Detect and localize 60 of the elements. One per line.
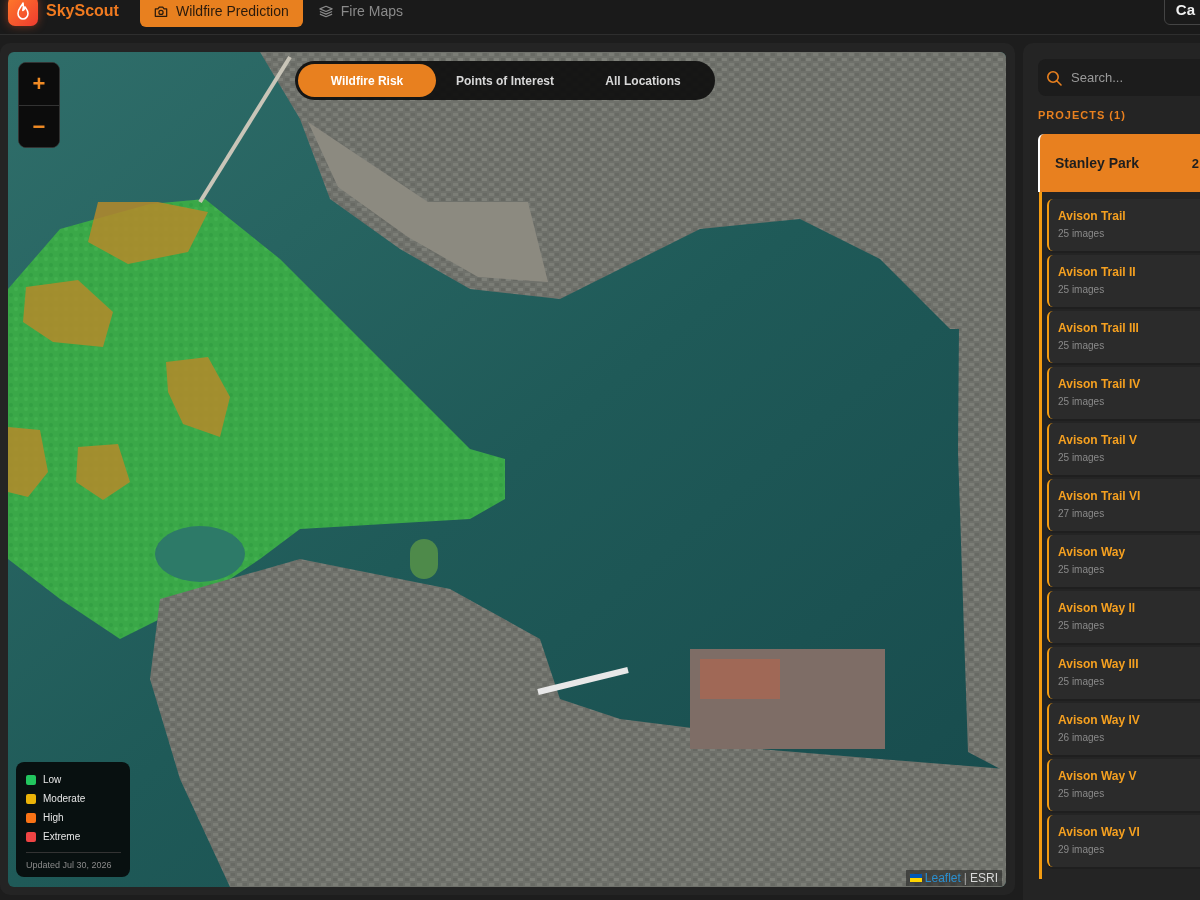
- layer-tab[interactable]: Points of Interest: [436, 64, 574, 97]
- nav-tab[interactable]: Wildfire Prediction: [139, 0, 303, 27]
- updated-date: Updated Jul 30, 2026: [26, 852, 121, 870]
- zoom-out-button[interactable]: −: [19, 105, 59, 147]
- trail-item[interactable]: Avison Trail VI 27 images: [1047, 479, 1200, 531]
- trail-name: Avison Trail III: [1058, 321, 1140, 335]
- trail-item[interactable]: Avison Way III 25 images: [1047, 647, 1200, 699]
- trail-item[interactable]: Avison Trail 25 images: [1047, 199, 1200, 251]
- image-count: 29 images: [1058, 844, 1106, 856]
- layers-icon: [318, 4, 333, 18]
- legend-label: Low: [43, 774, 62, 785]
- tile-source: ESRI: [970, 871, 998, 885]
- trail-name: Avison Trail VI: [1058, 489, 1142, 503]
- image-count: 25 images: [1058, 396, 1106, 408]
- image-count: 25 images: [1058, 620, 1106, 632]
- trail-item[interactable]: Avison Way VI 29 images: [1047, 815, 1200, 867]
- flag-icon: [909, 874, 922, 882]
- account-button[interactable]: Ca: [1163, 0, 1200, 25]
- image-count: 25 images: [1058, 564, 1106, 576]
- trail-name: Avison Way: [1058, 545, 1127, 559]
- trail-name: Avison Trail II: [1058, 265, 1137, 279]
- search-field[interactable]: Search...: [1038, 59, 1200, 96]
- trail-item[interactable]: Avison Way II 25 images: [1047, 591, 1200, 643]
- trail-name: Avison Trail: [1058, 209, 1127, 223]
- trail-item[interactable]: Avison Way V 25 images: [1047, 759, 1200, 811]
- trail-name: Avison Way III: [1058, 657, 1140, 671]
- trail-item[interactable]: Avison Trail V 25 images: [1047, 423, 1200, 475]
- image-count: 25 images: [1058, 284, 1106, 296]
- app-name: SkyScout: [46, 2, 119, 20]
- trail-item[interactable]: Avison Way 25 images: [1047, 535, 1200, 587]
- section-title: PROJECTS (1): [1038, 108, 1127, 122]
- image-count: 25 images: [1058, 676, 1106, 688]
- project-item[interactable]: Stanley Park 2: [1038, 134, 1200, 192]
- trail-name: Avison Way IV: [1058, 713, 1141, 727]
- image-count: 25 images: [1058, 452, 1106, 464]
- legend-label: Moderate: [43, 793, 86, 804]
- separator: |: [963, 871, 967, 885]
- trail-item[interactable]: Avison Trail IV 25 images: [1047, 367, 1200, 419]
- trail-name: Avison Way VI: [1058, 825, 1141, 839]
- layer-tab[interactable]: All Locations: [574, 64, 712, 97]
- image-count: 27 images: [1058, 508, 1106, 520]
- trail-item[interactable]: Avison Trail II 25 images: [1047, 255, 1200, 307]
- trail-item[interactable]: Avison Trail III 25 images: [1047, 311, 1200, 363]
- search-icon: [1046, 70, 1062, 86]
- project-count: 2: [1191, 155, 1200, 171]
- trail-name: Avison Trail IV: [1058, 377, 1142, 391]
- legend-label: High: [43, 812, 64, 823]
- legend-label: Extreme: [43, 831, 81, 842]
- trail-name: Avison Way V: [1058, 769, 1138, 783]
- nav-tab[interactable]: Fire Maps: [304, 0, 417, 27]
- image-count: 26 images: [1058, 732, 1106, 744]
- flame-logo-icon: [8, 0, 38, 26]
- trail-name: Avison Trail V: [1058, 433, 1138, 447]
- trail-name: Avison Way II: [1058, 601, 1137, 615]
- camera-icon: [153, 4, 168, 18]
- project-name: Stanley Park: [1055, 155, 1140, 171]
- image-count: 25 images: [1058, 788, 1106, 800]
- image-count: 25 images: [1058, 340, 1106, 352]
- image-count: 25 images: [1058, 228, 1106, 240]
- trail-item[interactable]: Avison Way IV 26 images: [1047, 703, 1200, 755]
